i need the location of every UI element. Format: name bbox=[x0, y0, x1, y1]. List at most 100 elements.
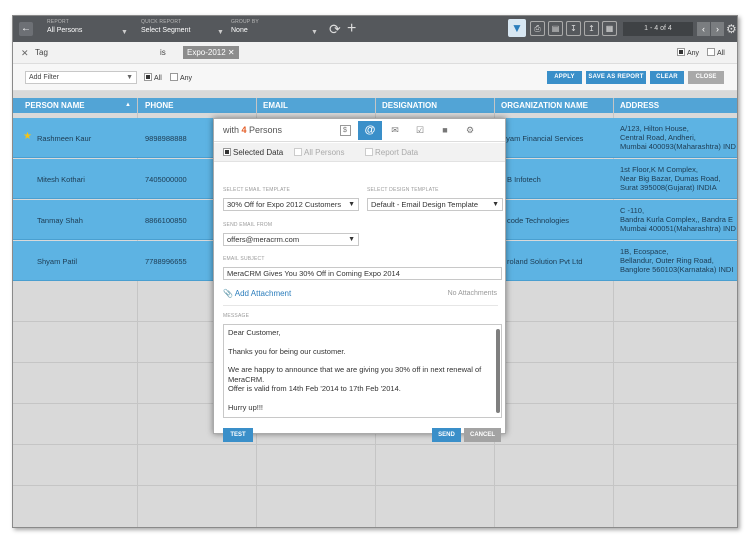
message-textarea[interactable]: Dear Customer, Thanks you for being our … bbox=[223, 324, 502, 418]
cancel-button[interactable]: CANCEL bbox=[464, 428, 501, 442]
add-attachment-link[interactable]: 📎 Add Attachment bbox=[223, 289, 291, 298]
column-header-organization[interactable]: ORGANIZATION NAME bbox=[501, 101, 588, 110]
filter-bar: Add Filter ▼ All Any APPLY SAVE AS REPORT… bbox=[13, 64, 737, 91]
send-from-select[interactable]: offers@meracrm.com ▼ bbox=[223, 233, 359, 246]
column-header-designation[interactable]: DESIGNATION bbox=[382, 101, 437, 110]
email-template-select[interactable]: 30% Off for Expo 2012 Customers ▼ bbox=[223, 198, 359, 211]
subject-input[interactable]: MeraCRM Gives You 30% Off in Coming Expo… bbox=[223, 267, 502, 280]
tab-sms[interactable]: $ bbox=[333, 121, 357, 140]
phone-cell: 7405000000 bbox=[145, 175, 187, 184]
tab-settings[interactable]: ⚙ bbox=[458, 121, 482, 140]
tab-email[interactable]: @ bbox=[358, 121, 382, 140]
address-line: Central Road, Andheri, bbox=[620, 133, 696, 142]
phone-cell: 8866100850 bbox=[145, 216, 187, 225]
address-line: 1B, Ecospace, bbox=[620, 247, 669, 256]
add-filter-select[interactable]: Add Filter ▼ bbox=[25, 71, 137, 84]
briefcase-icon: ■ bbox=[442, 125, 448, 135]
organization-cell: roland Solution Pvt Ltd bbox=[507, 257, 583, 266]
chevron-down-icon[interactable]: ▼ bbox=[121, 29, 128, 36]
any-checkbox[interactable]: Any bbox=[677, 48, 699, 57]
star-icon[interactable]: ★ bbox=[23, 131, 32, 142]
checkbox-mark[interactable] bbox=[223, 148, 231, 156]
row-divider bbox=[13, 444, 737, 445]
gear-icon: ⚙ bbox=[465, 125, 475, 135]
previous-page-icon[interactable]: ‹ bbox=[697, 22, 710, 36]
design-template-caption: SELECT DESIGN TEMPLATE bbox=[367, 187, 439, 193]
no-attachments-label: No Attachments bbox=[447, 290, 497, 297]
at-icon: @ bbox=[364, 124, 376, 136]
address-line: Mumbai 400093(Maharashtra) IND bbox=[620, 142, 736, 151]
refresh-icon[interactable]: ⟳ bbox=[329, 21, 341, 37]
column-header-phone[interactable]: PHONE bbox=[145, 101, 173, 110]
all-checkbox[interactable]: All bbox=[144, 73, 162, 82]
column-header-address[interactable]: ADDRESS bbox=[620, 101, 659, 110]
send-button[interactable]: SEND bbox=[432, 428, 461, 442]
person-name-cell[interactable]: Tanmay Shah bbox=[37, 216, 83, 225]
clear-button[interactable]: CLEAR bbox=[650, 71, 684, 84]
filter-icon[interactable]: ▼ bbox=[508, 19, 526, 37]
test-button[interactable]: TEST bbox=[223, 428, 253, 442]
selected-data-option[interactable]: Selected Data bbox=[223, 148, 283, 157]
divider bbox=[223, 305, 498, 306]
export-icon[interactable]: ↥ bbox=[584, 21, 599, 36]
plus-icon[interactable]: + bbox=[347, 21, 356, 37]
any-checkbox[interactable]: Any bbox=[170, 73, 192, 82]
chevron-down-icon: ▼ bbox=[348, 236, 355, 243]
organization-cell: Shyam Financial Services bbox=[497, 134, 584, 143]
document-icon[interactable]: ▤ bbox=[548, 21, 563, 36]
column-header-person-name[interactable]: PERSON NAME bbox=[25, 101, 85, 110]
subject-caption: EMAIL SUBJECT bbox=[223, 256, 265, 262]
checkbox-mark[interactable] bbox=[144, 73, 152, 81]
tab-mail[interactable]: ✉ bbox=[383, 121, 407, 140]
import-icon[interactable]: ↧ bbox=[566, 21, 581, 36]
grid-icon[interactable]: ▦ bbox=[602, 21, 617, 36]
column-header-email[interactable]: EMAIL bbox=[263, 101, 288, 110]
filter-field-label: Tag bbox=[35, 48, 48, 57]
address-line: Surat 395008(Gujarat) INDIA bbox=[620, 183, 717, 192]
print-icon[interactable]: ⎙ bbox=[530, 21, 545, 36]
person-name-cell[interactable]: Shyam Patil bbox=[37, 257, 77, 266]
apply-button[interactable]: APPLY bbox=[547, 71, 582, 84]
chevron-down-icon[interactable]: ▼ bbox=[217, 29, 224, 36]
checkbox-mark[interactable] bbox=[170, 73, 178, 81]
filter-value-chip[interactable]: Expo-2012 ✕ bbox=[183, 46, 239, 59]
mass-email-dialog: with 4 Persons $ @ ✉ ☑ ■ ⚙ Selected Data… bbox=[213, 118, 506, 442]
tab-task[interactable]: ☑ bbox=[408, 121, 432, 140]
person-name-cell[interactable]: Rashmeen Kaur bbox=[37, 134, 91, 143]
checkbox-mark[interactable] bbox=[365, 148, 373, 156]
tab-briefcase[interactable]: ■ bbox=[433, 121, 457, 140]
organization-cell: code Technologies bbox=[507, 216, 569, 225]
all-checkbox[interactable]: All bbox=[707, 48, 725, 57]
tag-filter-row: ✕ Tag is Expo-2012 ✕ Any All bbox=[13, 42, 737, 64]
send-from-caption: SEND EMAIL FROM bbox=[223, 222, 273, 228]
dialog-title: with 4 Persons bbox=[223, 125, 283, 135]
next-page-icon[interactable]: › bbox=[711, 22, 724, 36]
sort-ascending-icon[interactable]: ▲ bbox=[125, 102, 131, 108]
phone-cell: 7788996655 bbox=[145, 257, 187, 266]
checkbox-mark[interactable] bbox=[294, 148, 302, 156]
address-line: A/123, Hilton House, bbox=[620, 124, 689, 133]
address-line: Banglore 560103(Karnataka) INDI bbox=[620, 265, 734, 274]
gear-icon[interactable]: ⚙ bbox=[726, 21, 737, 37]
top-toolbar: ← REPORT All Persons ▼ QUICK REPORT Sele… bbox=[13, 16, 737, 42]
report-data-option[interactable]: Report Data bbox=[365, 148, 418, 157]
sms-icon: $ bbox=[339, 125, 351, 137]
address-line: Bandra Kurla Complex,, Bandra E bbox=[620, 215, 733, 224]
checkbox-mark[interactable] bbox=[677, 48, 685, 56]
all-persons-option[interactable]: All Persons bbox=[294, 148, 344, 157]
address-line: Near Big Bazar, Dumas Road, bbox=[620, 174, 721, 183]
person-name-cell[interactable]: Mitesh Kothari bbox=[37, 175, 85, 184]
close-icon[interactable]: ✕ bbox=[21, 48, 29, 59]
close-button[interactable]: CLOSE bbox=[688, 71, 724, 84]
message-caption: MESSAGE bbox=[223, 313, 250, 319]
back-arrow-icon[interactable]: ← bbox=[19, 22, 33, 36]
design-template-select[interactable]: Default - Email Design Template ▼ bbox=[367, 198, 503, 211]
paperclip-icon: 📎 bbox=[223, 289, 233, 298]
save-as-report-button[interactable]: SAVE AS REPORT bbox=[586, 71, 646, 84]
checkbox-mark[interactable] bbox=[707, 48, 715, 56]
organization-cell: B Infotech bbox=[507, 175, 541, 184]
scrollbar[interactable] bbox=[496, 329, 500, 413]
chevron-down-icon[interactable]: ▼ bbox=[311, 29, 318, 36]
address-line: Bellandur, Outer Ring Road, bbox=[620, 256, 714, 265]
group-by-dropdown[interactable]: GROUP BY None bbox=[231, 19, 321, 34]
